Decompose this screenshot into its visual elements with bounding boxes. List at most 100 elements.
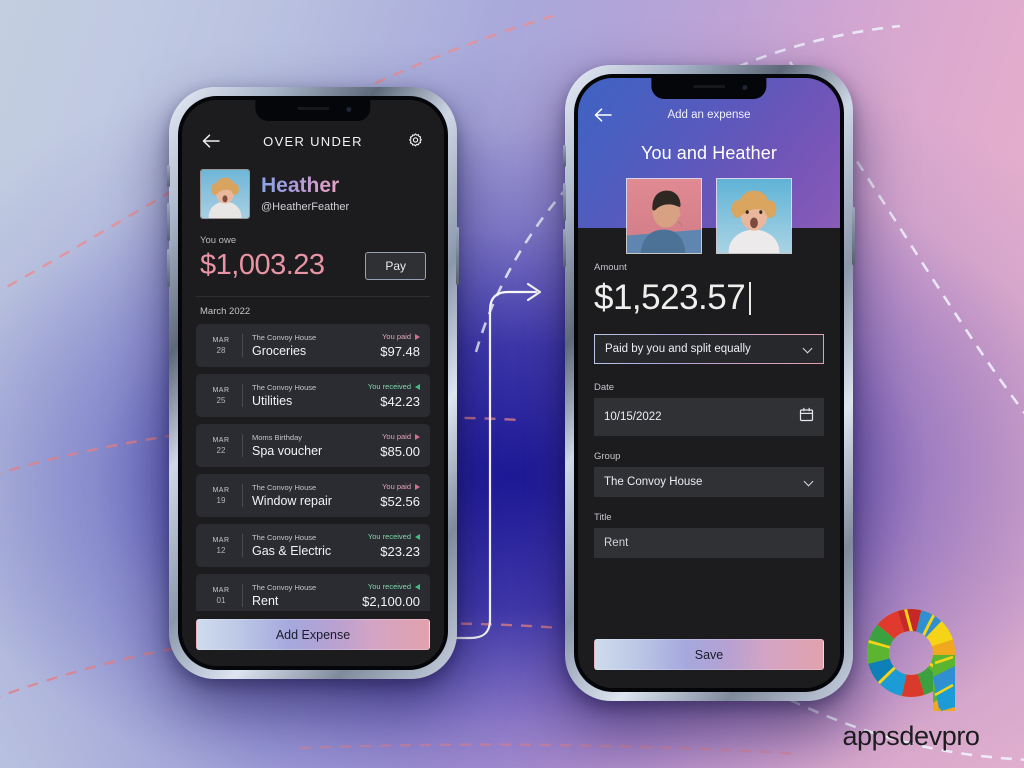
date-value: 10/15/2022 [604, 411, 662, 423]
earpiece-speaker [296, 107, 330, 110]
direction-label: You received [367, 582, 411, 591]
text-cursor [749, 281, 751, 315]
phone-1-bezel: OVER UNDER Heather @HeatherFeather You o… [178, 96, 448, 670]
phone2-footer: Save [578, 633, 840, 688]
phone-2-bezel: Add an expense You and Heather Amount $1… [574, 74, 844, 692]
transaction-month: MAR [212, 586, 230, 594]
group-select[interactable]: The Convoy House [594, 467, 824, 497]
title-input[interactable]: Rent [594, 528, 824, 558]
direction-label: You paid [382, 482, 411, 491]
arrow-left-icon [415, 383, 420, 390]
appsdevpro-logo-icon [867, 609, 955, 711]
transaction-group: Moms Birthday [252, 433, 303, 442]
transaction-row[interactable]: MAR 28 The Convoy House Groceries You paid $9… [196, 324, 430, 367]
phone1-footer: Add Expense [182, 611, 444, 666]
add-expense-button[interactable]: Add Expense [196, 619, 430, 650]
transaction-row[interactable]: MAR 01 The Convoy House Rent You received $2,… [196, 574, 430, 611]
chevron-down-icon [803, 344, 813, 354]
calendar-icon[interactable] [799, 407, 814, 427]
pay-button[interactable]: Pay [365, 251, 426, 280]
split-method-value: Paid by you and split equally [605, 343, 751, 355]
balance-label: You owe [200, 235, 237, 246]
balance-amount: $1,003.23 [200, 249, 325, 281]
split-method-select[interactable]: Paid by you and split equally [594, 334, 824, 364]
earpiece-speaker [692, 85, 726, 88]
transaction-amount: $42.23 [380, 394, 420, 409]
page-title: Add an expense [667, 109, 751, 121]
transaction-amount: $85.00 [380, 444, 420, 459]
divider [242, 434, 243, 457]
arrow-left-icon [415, 583, 420, 590]
transaction-direction: You received [368, 382, 420, 391]
transaction-month: MAR [212, 436, 230, 444]
transaction-amount: $2,100.00 [362, 594, 420, 609]
transaction-list[interactable]: MAR 28 The Convoy House Groceries You paid $9… [182, 324, 444, 611]
transaction-date: MAR 12 [206, 532, 236, 559]
phone1-volume-down [167, 249, 170, 287]
transaction-title: Groceries [252, 344, 307, 358]
transaction-month: MAR [212, 486, 230, 494]
profile-handle: @HeatherFeather [261, 200, 350, 213]
transaction-date: MAR 01 [206, 582, 236, 609]
transaction-row[interactable]: MAR 25 The Convoy House Utilities You receiv… [196, 374, 430, 417]
phone-1-screen: OVER UNDER Heather @HeatherFeather You o… [182, 100, 444, 666]
front-camera-icon [346, 107, 352, 112]
title-value: Rent [604, 537, 629, 549]
date-input[interactable]: 10/15/2022 [594, 398, 824, 436]
transaction-title: Utilities [252, 394, 293, 408]
gear-icon[interactable] [404, 130, 426, 152]
phone2-volume-up [563, 183, 566, 221]
direction-label: You paid [382, 432, 411, 441]
transaction-day: 25 [216, 395, 226, 405]
profile-row[interactable]: Heather @HeatherFeather [196, 169, 430, 219]
amount-label: Amount [594, 262, 627, 273]
transaction-title: Window repair [252, 494, 332, 508]
brand-logo: appsdevpro [814, 603, 1008, 752]
transaction-amount: $52.56 [380, 494, 420, 509]
amount-value: $1,523.57 [594, 278, 746, 317]
transaction-group: The Convoy House [252, 483, 317, 492]
participant-avatars [592, 178, 826, 254]
amount-input[interactable]: $1,523.57 [594, 278, 824, 318]
divider [242, 584, 243, 607]
front-camera-icon [742, 85, 748, 90]
divider [242, 334, 243, 357]
direction-label: You paid [382, 332, 411, 341]
avatar [200, 169, 250, 219]
transaction-title: Spa voucher [252, 444, 323, 458]
arrow-right-icon [415, 333, 420, 340]
transaction-amount: $97.48 [380, 344, 420, 359]
transaction-day: 22 [216, 445, 226, 455]
phone2-mute-switch [563, 145, 566, 167]
transaction-date: MAR 19 [206, 482, 236, 509]
transaction-row[interactable]: MAR 22 Moms Birthday Spa voucher You paid $85… [196, 424, 430, 467]
back-arrow-icon[interactable] [200, 130, 222, 152]
arrow-right-icon [415, 483, 420, 490]
date-label: Date [594, 382, 615, 393]
save-button[interactable]: Save [594, 639, 824, 670]
transaction-row[interactable]: MAR 19 The Convoy House Window repair You pa… [196, 474, 430, 517]
transaction-direction: You received [368, 582, 420, 591]
phone2-volume-down [563, 229, 566, 267]
phone1-navbar: OVER UNDER [196, 126, 430, 156]
transaction-row[interactable]: MAR 12 The Convoy House Gas & Electric You r… [196, 524, 430, 567]
transaction-direction: You paid [382, 332, 420, 341]
phone2-navbar: Add an expense [592, 102, 826, 128]
transaction-amount: $23.23 [380, 544, 420, 559]
group-value: The Convoy House [604, 476, 703, 488]
phone1-notch [255, 100, 371, 121]
avatar [626, 178, 702, 254]
brand-name: appsdevpro [842, 721, 980, 751]
divider [242, 384, 243, 407]
transaction-title: Rent [252, 594, 279, 608]
phone1-volume-up [167, 203, 170, 241]
arrow-right-icon [415, 433, 420, 440]
balance-row: $1,003.23 Pay [196, 249, 430, 282]
phone2-hero-header: Add an expense You and Heather [578, 78, 840, 254]
phone1-header: OVER UNDER Heather @HeatherFeather You o… [182, 100, 444, 324]
transaction-direction: You paid [382, 482, 420, 491]
transaction-group: The Convoy House [252, 533, 317, 542]
transaction-day: 01 [216, 595, 226, 605]
divider [242, 484, 243, 507]
avatar [716, 178, 792, 254]
